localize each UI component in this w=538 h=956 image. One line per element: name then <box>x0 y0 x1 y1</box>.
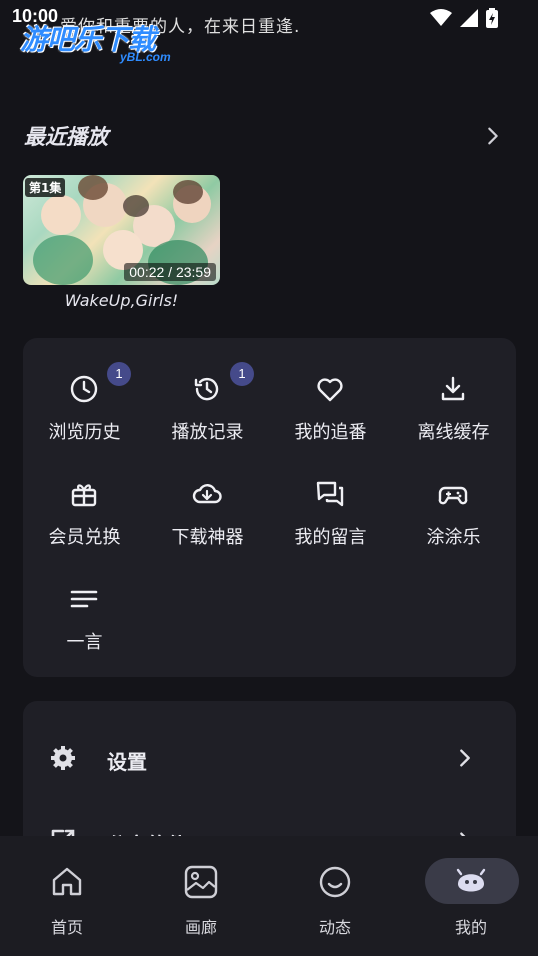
nav-label: 画廊 <box>184 918 217 937</box>
chevron-right-icon[interactable] <box>482 125 504 147</box>
grid-item-play-history[interactable]: 1 播放记录 <box>146 362 269 474</box>
smile-icon <box>319 866 351 898</box>
grid-item-vip-redeem[interactable]: 会员兑换 <box>23 479 146 579</box>
heart-icon <box>317 378 343 402</box>
settings-row-settings[interactable]: 设置 <box>23 728 516 788</box>
recent-item-title: WakeUp,Girls! <box>64 291 179 310</box>
grid-item-download-tool[interactable]: 下载神器 <box>146 479 269 579</box>
battery-icon <box>486 8 498 28</box>
download-icon <box>441 376 465 401</box>
grid-item-my-follows[interactable]: 我的追番 <box>269 374 392 474</box>
grid-item-label: 我的追番 <box>294 422 367 443</box>
grid-item-label: 我的留言 <box>294 527 367 548</box>
nav-label: 我的 <box>454 918 487 937</box>
gear-icon <box>51 746 75 770</box>
gallery-icon <box>184 865 218 899</box>
chevron-right-icon <box>460 749 470 767</box>
status-icons <box>430 8 498 28</box>
recent-section-header[interactable]: 最近播放 <box>24 118 504 154</box>
grid-item-quote[interactable]: 一言 <box>23 584 146 684</box>
recent-thumbnail[interactable]: 第1集 00:22 / 23:59 <box>23 175 220 285</box>
grid-item-offline-cache[interactable]: 离线缓存 <box>392 374 515 474</box>
grid-item-label: 浏览历史 <box>48 422 121 443</box>
gift-icon <box>71 484 97 507</box>
episode-badge: 第1集 <box>25 178 66 197</box>
grid-item-doodle[interactable]: 涂涂乐 <box>392 479 515 579</box>
recent-item[interactable]: 第1集 00:22 / 23:59 WakeUp,Girls! <box>23 175 220 310</box>
bottom-nav: 首页 画廊 动态 我的 <box>0 836 538 956</box>
grid-item-label: 涂涂乐 <box>426 527 481 548</box>
gamepad-icon <box>438 486 468 505</box>
count-badge: 1 <box>107 362 131 386</box>
lines-icon <box>70 590 98 608</box>
home-icon <box>52 867 82 896</box>
signal-icon <box>460 9 478 27</box>
grid-item-my-messages[interactable]: 我的留言 <box>269 479 392 579</box>
nav-item-home[interactable]: 首页 <box>0 836 134 956</box>
count-badge: 1 <box>230 362 254 386</box>
settings-label: 设置 <box>107 750 147 774</box>
nav-item-feed[interactable]: 动态 <box>268 836 402 956</box>
features-grid: 1 浏览历史 1 播放记录 我的追番 离线缓存 会员兑换 下载神器 我的留言 涂… <box>23 338 516 677</box>
grid-item-label: 会员兑换 <box>48 527 121 548</box>
nav-item-gallery[interactable]: 画廊 <box>134 836 268 956</box>
grid-item-label: 下载神器 <box>171 527 244 548</box>
nav-label: 动态 <box>318 918 351 937</box>
grid-item-label: 一言 <box>66 632 103 653</box>
grid-item-label: 播放记录 <box>171 422 244 443</box>
watermark-logo: 游吧乐下载 yBL.com <box>20 18 190 68</box>
recent-section-title: 最近播放 <box>24 125 108 149</box>
settings-list: 设置 分享软件 <box>23 701 516 851</box>
grid-item-browse-history[interactable]: 1 浏览历史 <box>23 362 146 474</box>
clock-icon <box>70 375 98 403</box>
history-icon <box>194 377 219 401</box>
wifi-icon <box>430 9 452 26</box>
progress-time: 00:22 / 23:59 <box>124 263 216 281</box>
ghost-icon <box>456 868 486 892</box>
chat-icon <box>316 481 344 507</box>
nav-label: 首页 <box>50 918 83 937</box>
cloud-download-icon <box>192 484 222 504</box>
grid-item-label: 离线缓存 <box>417 422 490 443</box>
nav-item-mine[interactable]: 我的 <box>404 836 538 956</box>
watermark-sub-text: yBL.com <box>120 50 171 64</box>
